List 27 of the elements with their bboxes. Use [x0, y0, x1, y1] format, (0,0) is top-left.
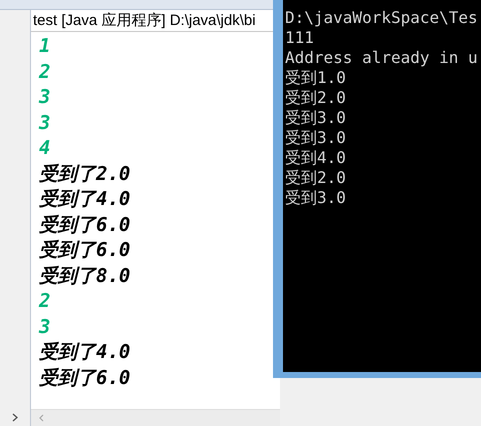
terminal-line: Address already in u: [285, 48, 479, 68]
console-line: 3: [39, 314, 52, 340]
terminal-line: D:\javaWorkSpace\Tes: [285, 8, 479, 28]
console-line: 2: [39, 60, 52, 84]
console-line: 受到了4.0: [39, 187, 132, 212]
console-line: 受到了6.0: [39, 366, 132, 390]
terminal-line: 受到3.0: [285, 108, 347, 128]
terminal-line: 受到4.0: [285, 148, 347, 168]
terminal-line: 受到2.0: [285, 168, 347, 188]
console-line: 受到了6.0: [39, 212, 132, 238]
terminal-line: 111: [285, 28, 315, 48]
terminal-line: 受到3.0: [285, 128, 347, 148]
console-line: 2: [39, 289, 52, 314]
console-line: 4: [39, 136, 52, 161]
console-line: 3: [39, 85, 52, 110]
chevron-right-icon[interactable]: [12, 413, 18, 422]
chevron-left-icon[interactable]: [39, 414, 44, 422]
console-line: 受到了6.0: [39, 238, 132, 263]
horizontal-scrollbar[interactable]: [31, 409, 280, 426]
terminal-line: 受到3.0: [285, 188, 347, 208]
console-line: 受到了2.0: [39, 162, 132, 186]
console-line: 受到了8.0: [39, 264, 132, 288]
console-line: 1: [39, 34, 52, 59]
terminal-line: 受到2.0: [285, 88, 347, 108]
terminal-line: 受到1.0: [285, 68, 347, 88]
console-line: 3: [39, 110, 52, 136]
console-line: 受到了4.0: [39, 340, 132, 365]
